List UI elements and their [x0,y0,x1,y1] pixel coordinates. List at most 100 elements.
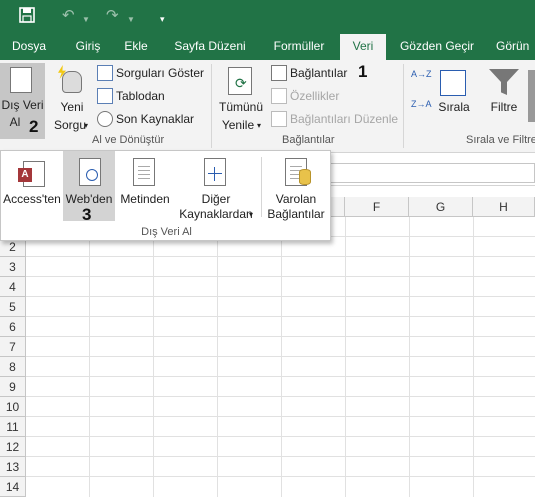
accessten-button[interactable]: A Access'ten [3,151,61,221]
row-header[interactable]: 14 [0,477,26,497]
tab-veri[interactable]: Veri [340,34,386,61]
row-header[interactable]: 10 [0,397,26,417]
row-header[interactable]: 12 [0,437,26,457]
sort-az-button[interactable]: A→Z [411,70,433,92]
grid-row [26,417,535,437]
diger-kaynaklardan-button[interactable]: Diğer Kaynaklardan ▾ [173,151,259,221]
tab-gorunum[interactable]: Görün [496,34,535,60]
ozellikler-button[interactable]: Özellikler [271,88,339,104]
grid-row [26,277,535,297]
row-header[interactable]: 4 [0,277,26,297]
son-kaynaklar-button[interactable]: Son Kaynaklar [97,111,194,127]
chevron-down-icon: ▾ [84,121,89,130]
ribbon-tabs: Dosya Giriş Ekle Sayfa Düzeni Formüller … [0,34,535,61]
baglantilar-label: Bağlantılar [290,66,348,80]
group-label-al-ve-donustur: Al ve Dönüştür [92,134,165,146]
chevron-down-icon: ▾ [257,121,262,130]
formula-input[interactable] [330,163,535,183]
table-icon [97,65,113,81]
external-data-icon [10,67,32,93]
row-header[interactable]: 13 [0,457,26,477]
step-2-label: 2 [29,117,39,136]
row-header[interactable]: 11 [0,417,26,437]
row-header[interactable]: 5 [0,297,26,317]
database-icon [299,169,311,185]
grid-row [26,317,535,337]
tablodan-button[interactable]: Tablodan [97,88,165,104]
row-header[interactable]: 3 [0,257,26,277]
group-label-baglantilar: Bağlantılar [282,134,335,146]
sorgulari-goster-label: Sorguları Göster [116,66,205,80]
sort-za-button[interactable]: Z→A [411,100,433,122]
tab-gozden-gecir[interactable]: Gözden Geçir [396,34,478,60]
column-header-f[interactable]: F [345,197,409,217]
son-kaynaklar-label: Son Kaynaklar [116,112,195,126]
row-header[interactable]: 6 [0,317,26,337]
tumunu-yenile-label-1: Tümünü [218,100,264,114]
filtre-button[interactable]: Filtre [486,63,522,139]
undo-dropdown-icon[interactable]: ▼ [82,11,90,29]
varolan-baglantilar-button[interactable]: Varolan Bağlantılar [263,151,329,221]
web-page-icon [79,158,101,186]
grid-row [26,357,535,377]
varolan-baglantilar-label-1: Varolan [275,192,317,206]
metinden-label: Metinden [120,192,170,206]
other-sources-icon [204,158,226,186]
dis-veri-al-label-1: Dış Veri [1,98,44,112]
sort-za-icon: Z→A [411,99,432,109]
filter-icon [489,69,519,95]
access-icon: A [18,161,45,187]
filter-side-icon [528,70,535,122]
diger-kaynaklardan-label-1: Diğer [201,192,231,206]
tab-dosya[interactable]: Dosya [0,34,58,60]
worksheet-grid[interactable]: F G H 2 3 4 5 6 7 8 9 10 11 12 13 14 [0,197,535,497]
sorgulari-goster-button[interactable]: Sorguları Göster [97,65,204,81]
sirala-button[interactable]: Sırala [436,63,472,139]
grid-row [26,297,535,317]
tab-ekle[interactable]: Ekle [116,34,156,60]
sort-az-icon: A→Z [411,69,432,79]
undo-icon[interactable]: ↶ [62,7,75,25]
redo-icon[interactable]: ↷ [106,7,119,25]
diger-kaynaklardan-label-2: Kaynaklardan [179,207,253,221]
filtre-label: Filtre [490,100,518,114]
dis-veri-al-dropdown: A Access'ten Web'den 3 Metinden Diğer Ka… [0,150,331,241]
yeni-sorgu-button[interactable]: Yeni Sorgu ▾ [50,63,94,139]
dis-veri-al-label-2: Al [9,115,21,129]
tab-giris[interactable]: Giriş [66,34,110,60]
step-1-label: 1 [358,62,368,81]
connections-icon [271,65,287,81]
tab-sayfa-duzeni[interactable]: Sayfa Düzeni [170,34,250,60]
baglantilar-button[interactable]: Bağlantılar [271,65,347,81]
save-icon[interactable] [19,7,35,28]
chevron-down-icon: ▾ [249,210,254,219]
grid-row [26,377,535,397]
grid-row [26,337,535,357]
column-header-g[interactable]: G [409,197,473,217]
ribbon-separator [211,64,212,148]
tumunu-yenile-button[interactable]: ⟳ Tümünü Yenile ▾ [215,63,267,139]
baglantilari-duzenle-button[interactable]: Bağlantıları Düzenle [271,111,398,127]
metinden-button[interactable]: Metinden [117,151,173,221]
sort-grid-icon [440,70,466,96]
row-header[interactable]: 9 [0,377,26,397]
dropdown-group-label: Dış Veri Al [141,226,192,238]
varolan-baglantilar-label-2: Bağlantılar [267,207,325,221]
sirala-label: Sırala [438,100,470,114]
redo-dropdown-icon[interactable]: ▼ [127,11,135,29]
row-header[interactable]: 8 [0,357,26,377]
ozellikler-label: Özellikler [290,89,340,103]
recent-sources-icon [97,111,113,127]
yeni-sorgu-label-1: Yeni [60,100,84,114]
ribbon-separator [403,64,404,148]
row-header[interactable]: 7 [0,337,26,357]
dropdown-separator [261,157,262,217]
properties-icon [271,88,287,104]
table-icon [97,88,113,104]
customize-icon[interactable]: ▾ [160,10,165,28]
grid-row [26,397,535,417]
tab-formuller[interactable]: Formüller [266,34,332,60]
edit-links-icon [271,111,287,127]
column-header-h[interactable]: H [473,197,535,217]
grid-row [26,257,535,277]
